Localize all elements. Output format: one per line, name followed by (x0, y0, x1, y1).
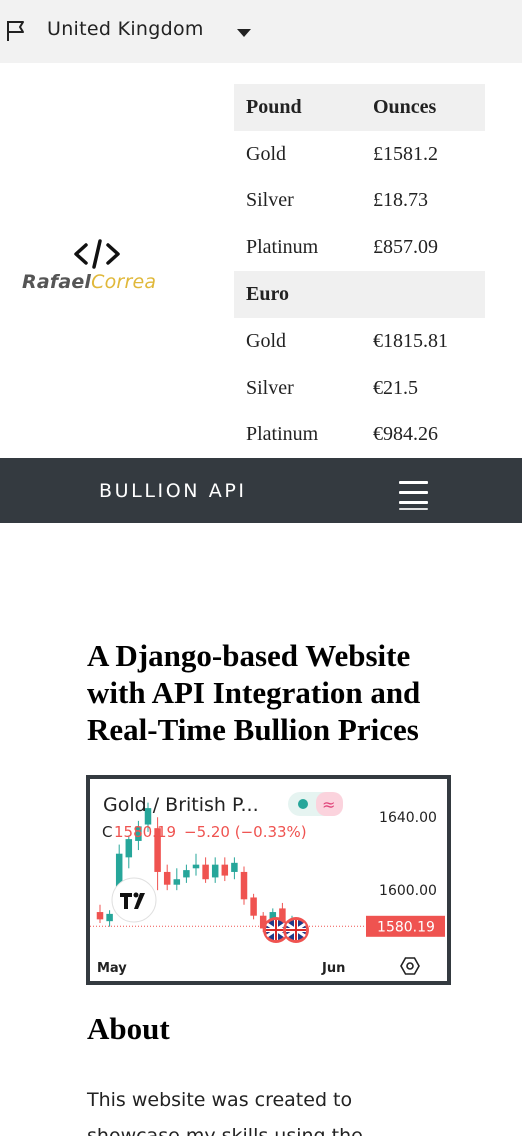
settings-hexagon-icon[interactable] (400, 957, 420, 975)
candle-body (211, 864, 219, 878)
page-title: A Django-based Website with API Integrat… (87, 638, 421, 747)
tradingview-chart-widget[interactable]: Gold / British P... ≈ C 1580.19 −5.20 (−… (86, 775, 451, 985)
current-price-label: 1580.19 (377, 919, 435, 935)
logo-wordmark: RafaelCorrea (22, 271, 156, 293)
logo-first-name: Rafael (22, 271, 92, 293)
y-axis: 1600.00 1640.00 (379, 810, 437, 899)
site-logo[interactable]: RafaelCorrea (22, 238, 172, 298)
x-tick-label: May (97, 961, 127, 976)
candle-body (96, 912, 104, 920)
candle-body (240, 871, 248, 900)
change-value: −5.20 (−0.33%) (184, 823, 307, 841)
candle-body (163, 871, 171, 885)
hamburger-menu-icon[interactable] (399, 478, 428, 510)
symbol-title[interactable]: Gold / British P... (103, 794, 259, 816)
uk-flag-event-icon[interactable] (283, 917, 309, 943)
caret-down-icon[interactable] (237, 29, 251, 37)
approx-icon: ≈ (322, 795, 335, 814)
close-prefix: C (102, 823, 112, 841)
candle-body (125, 839, 133, 858)
candlestick-chart[interactable]: Gold / British P... ≈ C 1580.19 −5.20 (−… (90, 779, 447, 981)
brand-link[interactable]: BULLION API (99, 480, 247, 502)
candle-body (173, 879, 181, 885)
candle-body (106, 913, 113, 922)
about-heading: About (87, 1011, 170, 1046)
metal-cell: Silver (246, 376, 294, 399)
table-row: Silver £18.73 (234, 178, 485, 225)
table-header-row: Euro (234, 271, 485, 318)
x-tick-label: Jun (321, 961, 345, 976)
logo-last-name: Correa (91, 271, 157, 293)
price-cell: €1815.81 (373, 329, 448, 352)
market-open-dot-icon (298, 799, 308, 809)
currency-header: Euro (234, 271, 362, 318)
unit-header (362, 271, 485, 318)
table-header-row: Pound Ounces (234, 84, 485, 131)
metal-cell: Platinum (246, 236, 319, 259)
table-row: Gold £1581.2 (234, 131, 485, 178)
y-tick-label: 1600.00 (379, 883, 437, 899)
price-cell: €21.5 (373, 376, 418, 399)
metal-cell: Gold (246, 329, 286, 352)
candle-body (192, 864, 200, 869)
candle-body (250, 897, 257, 916)
metal-cell: Platinum (246, 423, 319, 446)
price-cell: £18.73 (373, 189, 428, 212)
table-row: Silver €21.5 (234, 365, 485, 412)
main-navbar: BULLION API (0, 458, 522, 523)
unit-header: Ounces (362, 84, 485, 131)
code-brackets-icon (74, 239, 120, 269)
metal-cell: Gold (246, 142, 286, 165)
currency-header: Pound (234, 84, 362, 131)
tradingview-logo[interactable] (111, 877, 157, 923)
candle-body (221, 864, 229, 876)
metal-cell: Silver (246, 189, 294, 212)
price-cell: £1581.2 (373, 142, 438, 165)
flag-icon (7, 21, 24, 41)
price-cell: €984.26 (373, 423, 438, 446)
country-label[interactable]: United Kingdom (47, 18, 204, 40)
candle-body (202, 864, 209, 880)
about-paragraph: This website was created to showcase my … (87, 1089, 363, 1136)
y-tick-label: 1640.00 (379, 810, 437, 826)
bullion-price-table: Pound Ounces Gold £1581.2 Silver £18.73 … (234, 84, 485, 458)
table-row: Platinum £857.09 (234, 224, 485, 271)
table-row: Platinum €984.26 (234, 412, 485, 459)
price-cell: £857.09 (373, 236, 438, 259)
country-selector-bar[interactable]: United Kingdom (0, 0, 522, 63)
candle-body (231, 862, 238, 872)
candle-body (183, 870, 190, 878)
close-value: 1580.19 (114, 823, 176, 841)
table-row: Gold €1815.81 (234, 318, 485, 365)
